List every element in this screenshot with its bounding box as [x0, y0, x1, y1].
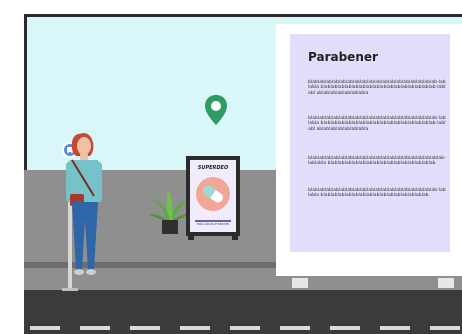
billboard: Parabener blablablablablablablablablabla…	[276, 24, 462, 288]
scene-frame: SUPERDEO ENGLAND BLUE BREWER Parabener b…	[24, 14, 462, 334]
road-dash	[330, 326, 360, 330]
billboard-leg	[292, 278, 308, 288]
road-dash	[30, 326, 60, 330]
billboard-paragraph: blablablablablablablablablablablablablab…	[308, 188, 446, 199]
poster-tagline-bar	[195, 220, 231, 222]
plant-pot	[162, 220, 178, 234]
billboard-paragraph: blablablablablablablablablablablablablab…	[308, 156, 446, 167]
road-dash	[430, 326, 460, 330]
road-dash	[80, 326, 110, 330]
bus-stop-base	[62, 288, 78, 291]
billboard-paragraph: blablablablablablablablablablablablablab…	[308, 116, 446, 132]
road-dash	[130, 326, 160, 330]
poster-foot	[232, 234, 238, 240]
sandwich-board-poster: SUPERDEO ENGLAND BLUE BREWER	[186, 156, 240, 240]
woman-figure	[66, 133, 102, 275]
scene: SUPERDEO ENGLAND BLUE BREWER Parabener b…	[0, 0, 462, 334]
road-dash	[180, 326, 210, 330]
frame-top-border	[24, 14, 462, 17]
billboard-leg	[438, 278, 454, 288]
poster-tagline: ENGLAND BLUE BREWER	[196, 223, 230, 226]
poster-title: SUPERDEO	[197, 165, 229, 171]
poster-face: SUPERDEO ENGLAND BLUE BREWER	[190, 160, 236, 232]
road-dash	[280, 326, 310, 330]
road-dash	[380, 326, 410, 330]
location-pin-icon	[205, 95, 227, 125]
billboard-panel: Parabener blablablablablablablablablabla…	[290, 34, 450, 252]
road-dash	[230, 326, 260, 330]
billboard-title: Parabener	[308, 50, 378, 64]
poster-foot	[188, 234, 194, 240]
billboard-paragraph: blablablablablablablablablablablablablab…	[308, 80, 446, 96]
